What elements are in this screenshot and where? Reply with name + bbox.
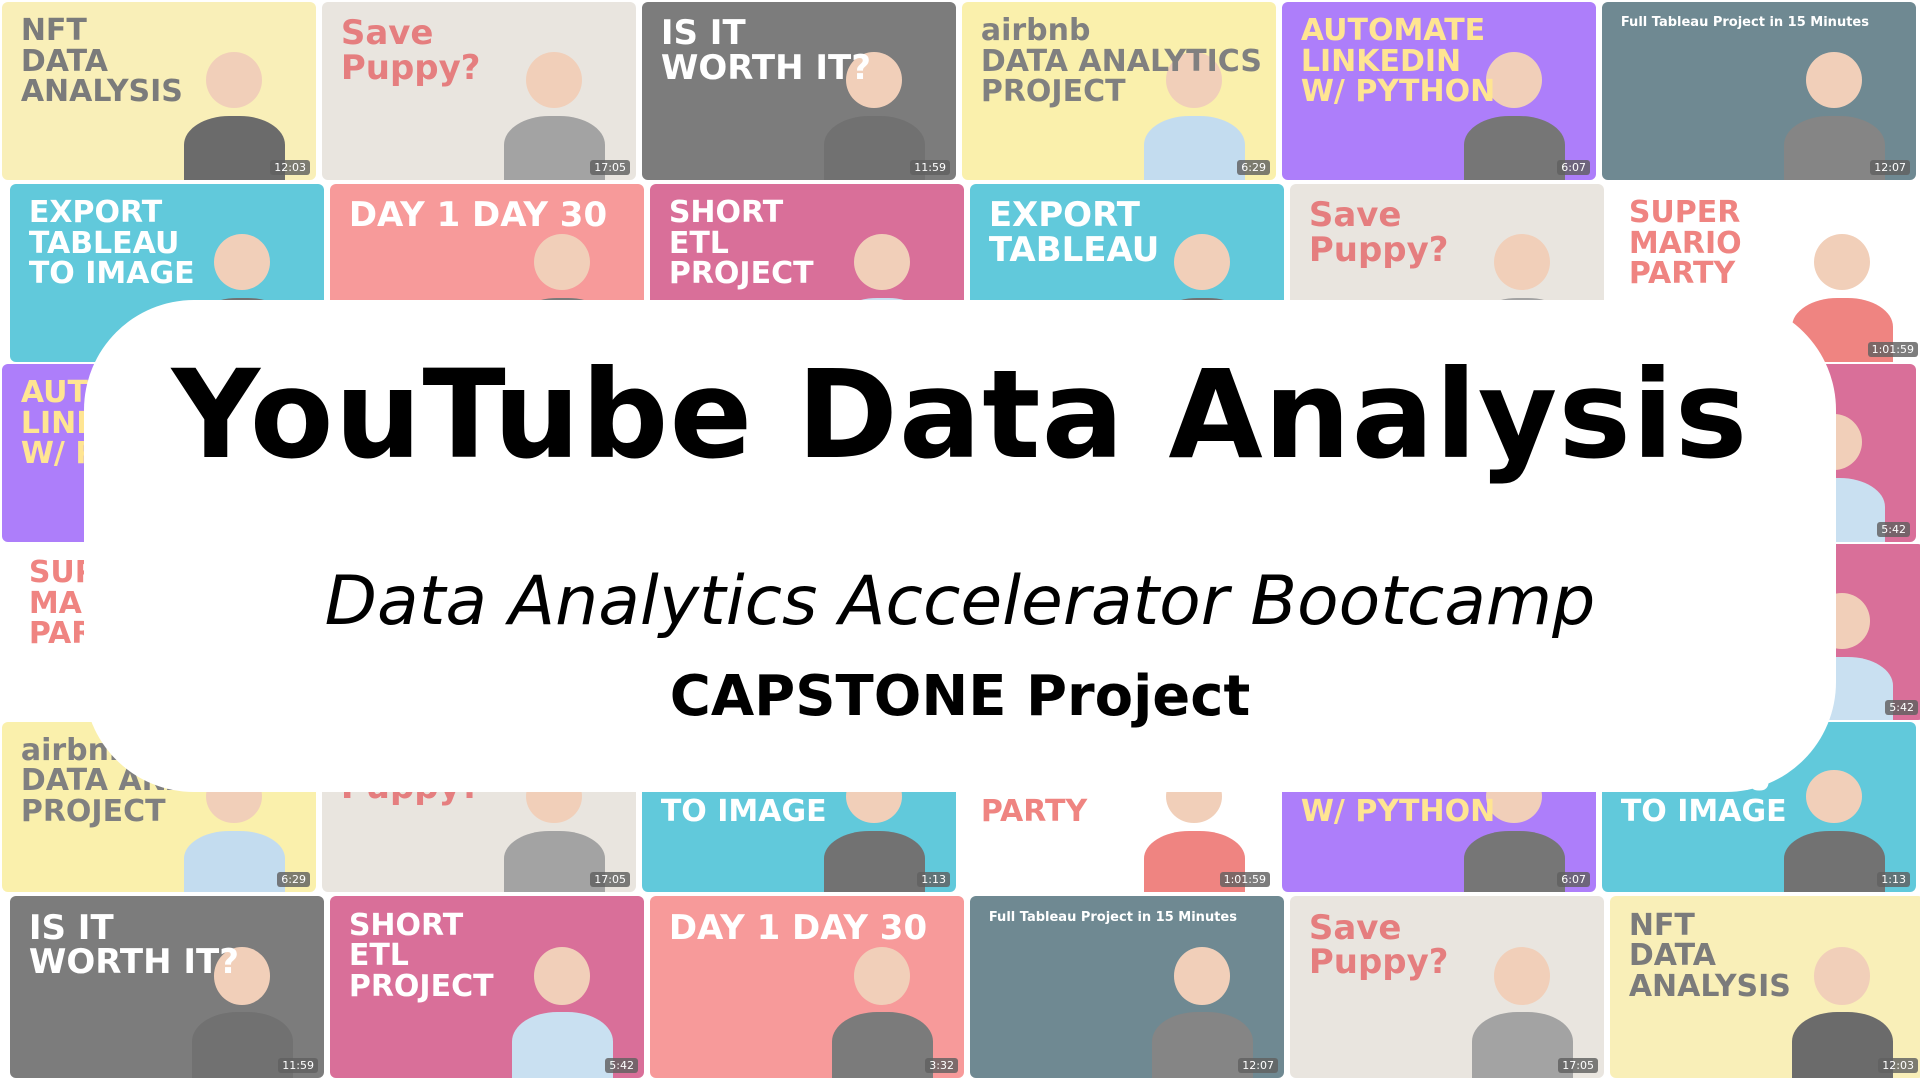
banner-title: YouTube Data Analysis [171,344,1749,486]
banner-subtitle: Data Analytics Accelerator Bootcamp [324,562,1596,641]
banner-tagline: CAPSTONE Project [669,664,1251,729]
title-banner: YouTube Data Analysis Data Analytics Acc… [84,300,1836,792]
